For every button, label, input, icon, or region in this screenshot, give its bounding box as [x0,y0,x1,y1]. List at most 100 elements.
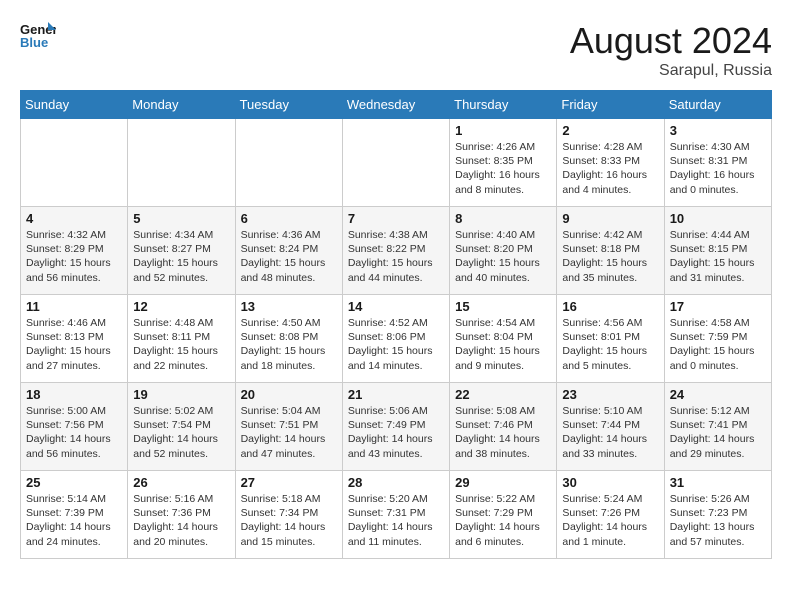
calendar-cell: 6Sunrise: 4:36 AM Sunset: 8:24 PM Daylig… [235,207,342,295]
day-number: 10 [670,211,766,226]
col-tuesday: Tuesday [235,91,342,119]
calendar-week-3: 11 Sunrise: 4:46 AM Sunset: 8:13 PM Dayli… [21,295,772,383]
day-info: Sunrise: 4:26 AM Sunset: 8:35 PM Dayligh… [455,140,551,197]
calendar-cell: 9 Sunrise: 4:42 AM Sunset: 8:18 PM Daylig… [557,207,664,295]
calendar-cell: 13Sunrise: 4:50 AM Sunset: 8:08 PM Dayli… [235,295,342,383]
day-info: Sunrise: 4:32 AM Sunset: 8:29 PM Dayligh… [26,228,122,285]
day-number: 5 [133,211,229,226]
day-number: 20 [241,387,337,402]
calendar-cell: 21 Sunrise: 5:06 AM Sunset: 7:49 PM Dayli… [342,383,449,471]
day-number: 16 [562,299,658,314]
calendar-cell: 28 Sunrise: 5:20 AM Sunset: 7:31 PM Dayli… [342,471,449,559]
calendar-cell: 12 Sunrise: 4:48 AM Sunset: 8:11 PM Dayli… [128,295,235,383]
day-number: 8 [455,211,551,226]
calendar-cell: 20 Sunrise: 5:04 AM Sunset: 7:51 PM Dayli… [235,383,342,471]
day-info: Sunrise: 5:00 AM Sunset: 7:56 PM Dayligh… [26,404,122,461]
day-number: 24 [670,387,766,402]
day-info: Sunrise: 4:46 AM Sunset: 8:13 PM Dayligh… [26,316,122,373]
day-number: 9 [562,211,658,226]
day-number: 15 [455,299,551,314]
logo-icon: General Blue [20,20,56,50]
calendar-cell: 31Sunrise: 5:26 AM Sunset: 7:23 PM Dayli… [664,471,771,559]
day-info: Sunrise: 5:22 AM Sunset: 7:29 PM Dayligh… [455,492,551,549]
calendar-cell: 18 Sunrise: 5:00 AM Sunset: 7:56 PM Dayli… [21,383,128,471]
calendar-cell: 19 Sunrise: 5:02 AM Sunset: 7:54 PM Dayli… [128,383,235,471]
col-saturday: Saturday [664,91,771,119]
day-number: 11 [26,299,122,314]
day-info: Sunrise: 5:18 AM Sunset: 7:34 PM Dayligh… [241,492,337,549]
calendar-body: 1Sunrise: 4:26 AM Sunset: 8:35 PM Daylig… [21,119,772,559]
day-info: Sunrise: 4:30 AM Sunset: 8:31 PM Dayligh… [670,140,766,197]
calendar-cell: 15 Sunrise: 4:54 AM Sunset: 8:04 PM Dayli… [450,295,557,383]
calendar-cell: 27 Sunrise: 5:18 AM Sunset: 7:34 PM Dayli… [235,471,342,559]
day-number: 25 [26,475,122,490]
calendar-cell [235,119,342,207]
day-info: Sunrise: 4:40 AM Sunset: 8:20 PM Dayligh… [455,228,551,285]
calendar-week-5: 25Sunrise: 5:14 AM Sunset: 7:39 PM Dayli… [21,471,772,559]
calendar-cell: 1Sunrise: 4:26 AM Sunset: 8:35 PM Daylig… [450,119,557,207]
calendar-cell: 14 Sunrise: 4:52 AM Sunset: 8:06 PM Dayli… [342,295,449,383]
day-number: 30 [562,475,658,490]
day-info: Sunrise: 4:56 AM Sunset: 8:01 PM Dayligh… [562,316,658,373]
day-info: Sunrise: 4:28 AM Sunset: 8:33 PM Dayligh… [562,140,658,197]
day-info: Sunrise: 4:58 AM Sunset: 7:59 PM Dayligh… [670,316,766,373]
day-info: Sunrise: 5:10 AM Sunset: 7:44 PM Dayligh… [562,404,658,461]
day-number: 14 [348,299,444,314]
day-number: 3 [670,123,766,138]
day-info: Sunrise: 5:12 AM Sunset: 7:41 PM Dayligh… [670,404,766,461]
day-info: Sunrise: 4:54 AM Sunset: 8:04 PM Dayligh… [455,316,551,373]
calendar-cell: 29 Sunrise: 5:22 AM Sunset: 7:29 PM Dayli… [450,471,557,559]
col-monday: Monday [128,91,235,119]
col-thursday: Thursday [450,91,557,119]
day-number: 26 [133,475,229,490]
day-info: Sunrise: 5:26 AM Sunset: 7:23 PM Dayligh… [670,492,766,549]
month-year: August 2024 [570,20,772,62]
calendar-cell: 7Sunrise: 4:38 AM Sunset: 8:22 PM Daylig… [342,207,449,295]
day-info: Sunrise: 5:08 AM Sunset: 7:46 PM Dayligh… [455,404,551,461]
day-number: 22 [455,387,551,402]
calendar-cell [128,119,235,207]
logo: General Blue [20,20,56,50]
day-info: Sunrise: 4:34 AM Sunset: 8:27 PM Dayligh… [133,228,229,285]
col-wednesday: Wednesday [342,91,449,119]
day-info: Sunrise: 5:02 AM Sunset: 7:54 PM Dayligh… [133,404,229,461]
title-block: August 2024 Sarapul, Russia [570,20,772,80]
day-number: 29 [455,475,551,490]
day-number: 12 [133,299,229,314]
day-number: 21 [348,387,444,402]
day-info: Sunrise: 5:04 AM Sunset: 7:51 PM Dayligh… [241,404,337,461]
col-friday: Friday [557,91,664,119]
calendar-cell: 2 Sunrise: 4:28 AM Sunset: 8:33 PM Daylig… [557,119,664,207]
calendar-cell: 4 Sunrise: 4:32 AM Sunset: 8:29 PM Daylig… [21,207,128,295]
day-info: Sunrise: 5:16 AM Sunset: 7:36 PM Dayligh… [133,492,229,549]
col-sunday: Sunday [21,91,128,119]
day-number: 18 [26,387,122,402]
calendar-week-1: 1Sunrise: 4:26 AM Sunset: 8:35 PM Daylig… [21,119,772,207]
day-number: 19 [133,387,229,402]
calendar-cell: 17 Sunrise: 4:58 AM Sunset: 7:59 PM Dayli… [664,295,771,383]
calendar-cell: 10 Sunrise: 4:44 AM Sunset: 8:15 PM Dayli… [664,207,771,295]
day-info: Sunrise: 4:52 AM Sunset: 8:06 PM Dayligh… [348,316,444,373]
day-number: 4 [26,211,122,226]
day-number: 17 [670,299,766,314]
calendar-cell: 16 Sunrise: 4:56 AM Sunset: 8:01 PM Dayli… [557,295,664,383]
day-number: 28 [348,475,444,490]
calendar-cell: 26 Sunrise: 5:16 AM Sunset: 7:36 PM Dayli… [128,471,235,559]
day-info: Sunrise: 5:24 AM Sunset: 7:26 PM Dayligh… [562,492,658,549]
svg-text:Blue: Blue [20,35,48,50]
day-number: 2 [562,123,658,138]
day-info: Sunrise: 4:50 AM Sunset: 8:08 PM Dayligh… [241,316,337,373]
calendar-cell: 3 Sunrise: 4:30 AM Sunset: 8:31 PM Daylig… [664,119,771,207]
calendar-header: Sunday Monday Tuesday Wednesday Thursday… [21,91,772,119]
day-number: 23 [562,387,658,402]
day-info: Sunrise: 4:48 AM Sunset: 8:11 PM Dayligh… [133,316,229,373]
day-info: Sunrise: 5:20 AM Sunset: 7:31 PM Dayligh… [348,492,444,549]
calendar-week-4: 18 Sunrise: 5:00 AM Sunset: 7:56 PM Dayli… [21,383,772,471]
location: Sarapul, Russia [570,62,772,80]
day-info: Sunrise: 5:06 AM Sunset: 7:49 PM Dayligh… [348,404,444,461]
day-info: Sunrise: 4:44 AM Sunset: 8:15 PM Dayligh… [670,228,766,285]
day-number: 7 [348,211,444,226]
day-number: 27 [241,475,337,490]
day-number: 6 [241,211,337,226]
day-info: Sunrise: 4:42 AM Sunset: 8:18 PM Dayligh… [562,228,658,285]
